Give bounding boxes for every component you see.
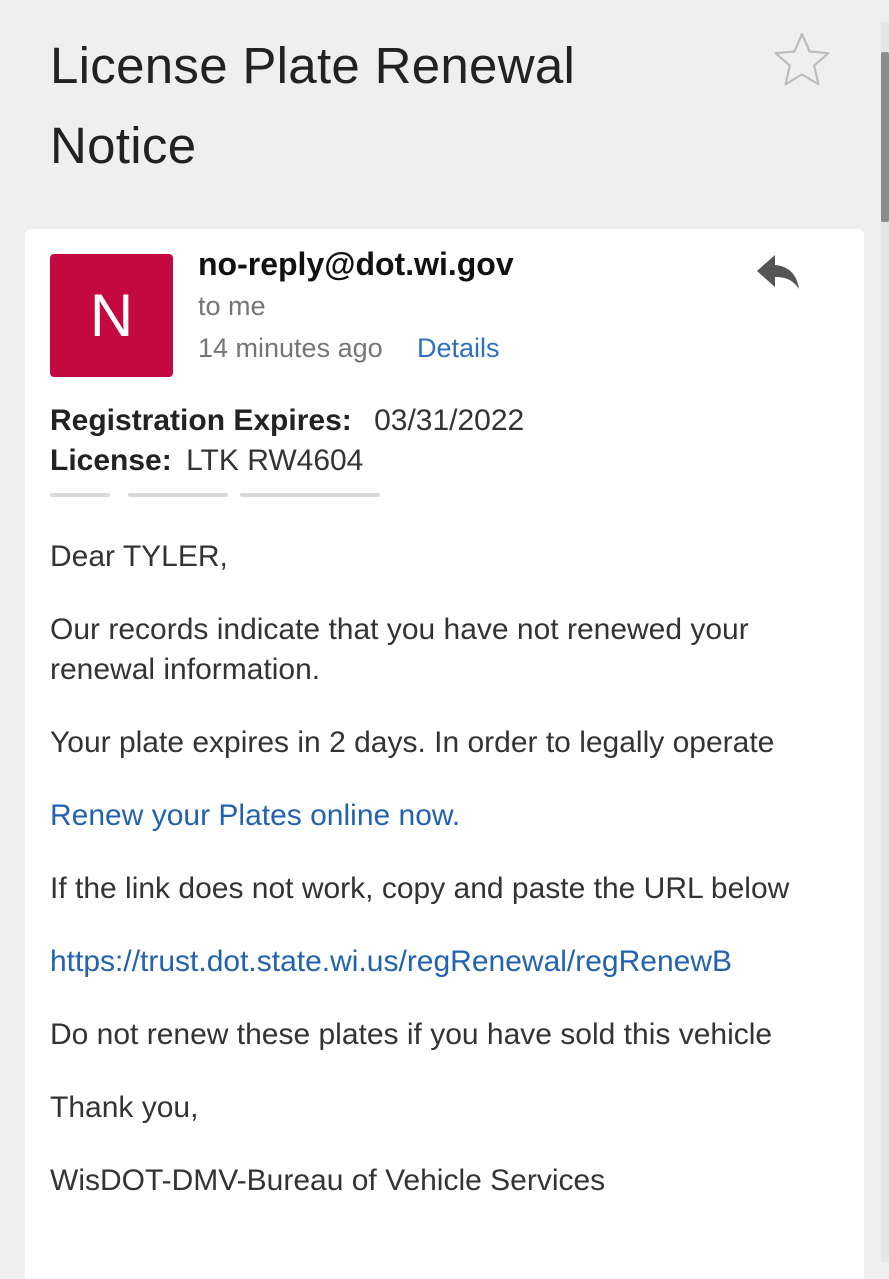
sender-avatar[interactable]: N xyxy=(50,254,173,377)
details-link[interactable]: Details xyxy=(417,333,500,364)
received-time: 14 minutes ago xyxy=(198,333,383,363)
registration-row: Registration Expires: 03/31/2022 xyxy=(50,401,840,441)
email-view: License Plate Renewal Notice N no-reply@… xyxy=(0,0,889,1279)
recipient-label: to me xyxy=(198,291,266,321)
license-row: License: LTK RW4604 xyxy=(50,441,840,481)
star-icon[interactable] xyxy=(772,30,832,90)
registration-label: Registration Expires: xyxy=(50,404,352,437)
renewal-url-link[interactable]: https://trust.dot.state.wi.us/regRenewal… xyxy=(50,942,840,982)
email-subject: License Plate Renewal Notice xyxy=(50,26,690,186)
license-value: LTK RW4604 xyxy=(186,444,364,477)
reply-icon[interactable] xyxy=(753,251,803,293)
paragraph-1-line-2: renewal information. xyxy=(50,653,321,686)
message-body: Registration Expires: 03/31/2022 License… xyxy=(50,399,840,1201)
paragraph-1-line-1: Our records indicate that you have not r… xyxy=(50,613,749,646)
paragraph-2: Your plate expires in 2 days. In order t… xyxy=(50,726,775,759)
subject-line-2: Notice xyxy=(50,117,197,174)
subject-line-1: License Plate Renewal xyxy=(50,37,576,94)
greeting: Dear TYLER, xyxy=(50,540,228,573)
paragraph-3: If the link does not work, copy and past… xyxy=(50,872,790,905)
cropped-text-line xyxy=(50,481,840,499)
signature: WisDOT-DMV-Bureau of Vehicle Services xyxy=(50,1164,606,1197)
sender-address[interactable]: no-reply@dot.wi.gov xyxy=(198,246,514,283)
closing: Thank you, xyxy=(50,1091,199,1124)
renew-plates-link[interactable]: Renew your Plates online now. xyxy=(50,796,840,836)
registration-value: 03/31/2022 xyxy=(374,404,525,437)
paragraph-4: Do not renew these plates if you have so… xyxy=(50,1018,773,1051)
license-label: License: xyxy=(50,444,172,477)
scrollbar-thumb[interactable] xyxy=(881,52,889,222)
message-card: N no-reply@dot.wi.gov to me 14 minutes a… xyxy=(25,229,864,1279)
